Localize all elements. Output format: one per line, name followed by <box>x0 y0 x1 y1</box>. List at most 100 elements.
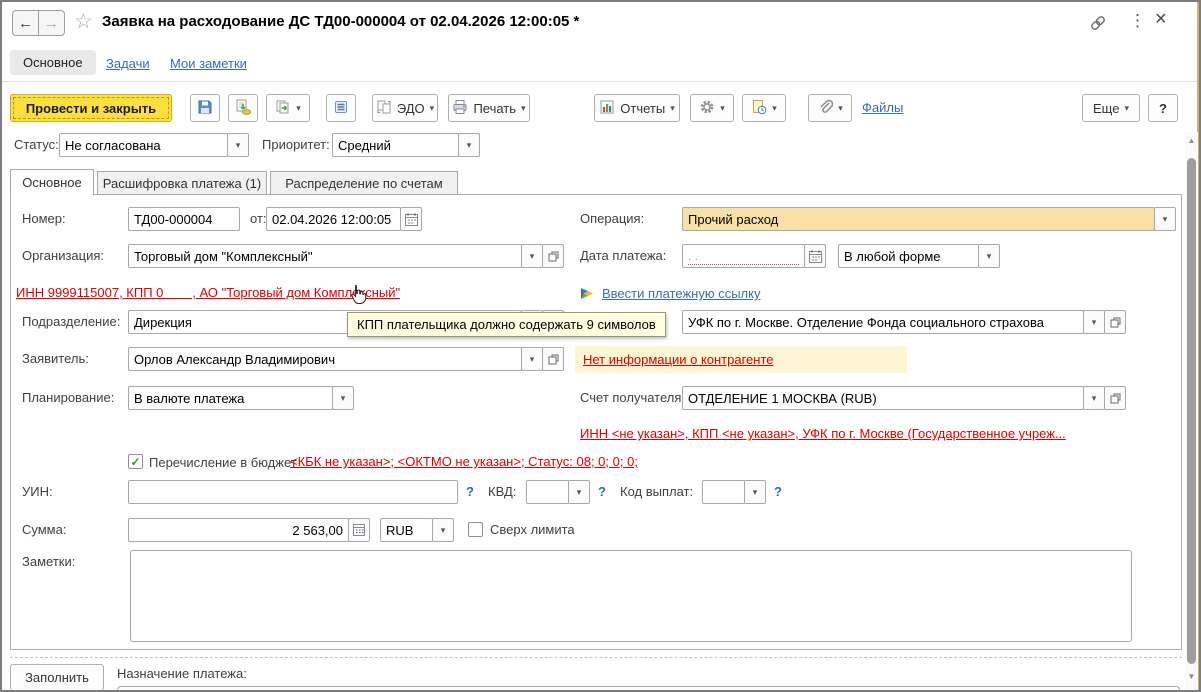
over-limit-label: Сверх лимита <box>490 518 575 542</box>
files-link[interactable]: Файлы <box>862 100 903 115</box>
recipient-account-warning-link[interactable]: ИНН <не указан>, КПП <не указан>, УФК по… <box>580 426 1066 441</box>
uin-input[interactable] <box>128 480 458 504</box>
payout-code-select[interactable]: ▾ <box>702 480 766 504</box>
edo-button[interactable]: ЭДО▾ <box>372 94 438 122</box>
status-select[interactable]: Не согласована ▾ <box>59 133 249 157</box>
print-button[interactable]: Печать▾ <box>448 94 530 122</box>
payout-code-dropdown-button[interactable]: ▾ <box>744 480 766 504</box>
nav-link-notes[interactable]: Мои заметки <box>170 56 247 71</box>
amount-input[interactable]: 2 563,00 <box>128 518 370 542</box>
scroll-up-icon[interactable]: ▲ <box>1185 136 1198 145</box>
document-date-field[interactable]: 02.04.2026 12:00:05 <box>266 207 422 231</box>
organization-label: Организация: <box>22 244 104 268</box>
payment-form-dropdown-button[interactable]: ▾ <box>978 244 1000 268</box>
budget-details-warning-link[interactable]: <КБК не указан>; <ОКТМО не указан>; Стат… <box>290 454 638 469</box>
calendar-icon[interactable] <box>804 244 826 268</box>
applicant-dropdown-button[interactable]: ▾ <box>521 347 543 371</box>
applicant-select[interactable]: Орлов Александр Владимирович ▾ <box>128 347 564 371</box>
organization-select[interactable]: Торговый дом "Комплексный" ▾ <box>128 244 564 268</box>
kebab-menu-icon[interactable]: ⋮ <box>1129 11 1146 31</box>
scroll-thumb[interactable] <box>1187 158 1196 664</box>
dropdown-arrow-icon: ▾ <box>838 104 843 113</box>
document-clock-icon <box>751 99 767 118</box>
recipient-account-open-button[interactable] <box>1104 386 1126 410</box>
forward-button[interactable]: → <box>38 10 65 36</box>
recipient-account-dropdown-button[interactable]: ▾ <box>1083 386 1105 410</box>
payment-form-select[interactable]: В любой форме ▾ <box>838 244 1000 268</box>
fill-button[interactable]: Заполнить <box>10 664 104 691</box>
nav-tab-main[interactable]: Основное <box>10 50 96 75</box>
org-inn-warning-link[interactable]: ИНН 9999115007, КПП 0 , АО "Торговый дом… <box>16 285 400 300</box>
hand-cursor <box>348 284 367 310</box>
history-nav-group: ← → <box>12 10 65 36</box>
register-records-button[interactable] <box>326 94 356 122</box>
post-and-close-button[interactable]: Провести и закрыть <box>10 94 172 122</box>
recipient-account-select[interactable]: ОТДЕЛЕНИЕ 1 МОСКВА (RUB) ▾ <box>682 386 1126 410</box>
number-field[interactable]: ТД00-000004 <box>128 207 240 231</box>
chart-icon <box>599 99 615 118</box>
scroll-down-icon[interactable]: ▼ <box>1185 672 1198 681</box>
operation-label: Операция: <box>580 207 644 231</box>
planning-select[interactable]: В валюте платежа ▾ <box>128 386 354 410</box>
operation-dropdown-button[interactable]: ▾ <box>1154 207 1176 231</box>
priority-select[interactable]: Средний ▾ <box>332 133 480 157</box>
close-button[interactable]: × <box>1155 8 1167 31</box>
organization-dropdown-button[interactable]: ▾ <box>521 244 543 268</box>
dropdown-arrow-icon: ▾ <box>670 104 675 113</box>
recipient-dropdown-button[interactable]: ▾ <box>1083 310 1105 334</box>
tab-account-allocation[interactable]: Распределение по счетам <box>270 171 458 195</box>
copy-document-icon <box>275 99 291 118</box>
back-button[interactable]: ← <box>12 10 39 36</box>
more-button[interactable]: Еще▾ <box>1082 94 1140 122</box>
help-button[interactable]: ? <box>1148 94 1178 122</box>
nav-link-tasks[interactable]: Задачи <box>106 56 150 71</box>
planning-label: Планирование: <box>22 386 114 410</box>
back-icon: ← <box>18 15 33 32</box>
notes-textarea[interactable] <box>130 550 1132 642</box>
planning-dropdown-button[interactable]: ▾ <box>332 386 354 410</box>
reports-button[interactable]: Отчеты▾ <box>594 94 680 122</box>
vertical-scrollbar[interactable]: ▲ ▼ <box>1185 132 1198 690</box>
post-button[interactable] <box>228 94 258 122</box>
kvd-select[interactable]: ▾ <box>526 480 590 504</box>
over-limit-checkbox[interactable] <box>468 522 483 537</box>
attachments-button[interactable]: ▾ <box>808 94 852 122</box>
applicant-label: Заявитель: <box>22 347 89 371</box>
window-title: Заявка на расходование ДС ТД00-000004 от… <box>102 13 579 30</box>
kvd-label: КВД: <box>488 480 516 504</box>
payment-date-field[interactable]: . . <box>682 244 826 268</box>
save-button[interactable] <box>190 94 220 122</box>
tab-main[interactable]: Основное <box>10 169 94 195</box>
calculator-icon[interactable] <box>348 518 370 542</box>
document-history-button[interactable]: ▾ <box>742 94 786 122</box>
recipient-select[interactable]: УФК по г. Москве. Отделение Фонда социал… <box>682 310 1126 334</box>
kvd-help-icon[interactable]: ? <box>598 480 606 504</box>
nav-separator <box>2 81 1199 82</box>
priority-dropdown-button[interactable]: ▾ <box>458 133 480 157</box>
settings-gear-button[interactable]: ▾ <box>690 94 734 122</box>
create-based-on-button[interactable]: ▾ <box>266 94 310 122</box>
kvd-dropdown-button[interactable]: ▾ <box>568 480 590 504</box>
applicant-open-button[interactable] <box>542 347 564 371</box>
favorite-star-icon[interactable]: ☆ <box>74 9 93 34</box>
splitter[interactable] <box>10 657 1182 658</box>
currency-select[interactable]: RUB ▾ <box>380 518 454 542</box>
tab-payment-details[interactable]: Расшифровка платежа (1) <box>97 171 267 195</box>
organization-open-button[interactable] <box>542 244 564 268</box>
payout-code-help-icon[interactable]: ? <box>774 480 782 504</box>
payment-purpose-input[interactable] <box>117 686 1180 692</box>
operation-select[interactable]: Прочий расход ▾ <box>682 207 1176 231</box>
recipient-open-button[interactable] <box>1104 310 1126 334</box>
uin-help-icon[interactable]: ? <box>466 480 474 504</box>
dropdown-arrow-icon: ▾ <box>296 104 301 113</box>
budget-transfer-checkbox[interactable]: ✓ <box>128 454 143 469</box>
status-dropdown-button[interactable]: ▾ <box>227 133 249 157</box>
enter-payment-link[interactable]: Ввести платежную ссылку <box>602 286 760 301</box>
get-link-icon[interactable] <box>1088 13 1108 38</box>
register-icon <box>333 99 349 118</box>
no-counterparty-warning-link[interactable]: Нет информации о контрагенте <box>583 352 774 367</box>
date-prefix-label: от: <box>250 207 267 231</box>
budget-transfer-label: Перечисление в бюджет <box>149 451 297 475</box>
currency-dropdown-button[interactable]: ▾ <box>432 518 454 542</box>
calendar-icon[interactable] <box>400 207 422 231</box>
